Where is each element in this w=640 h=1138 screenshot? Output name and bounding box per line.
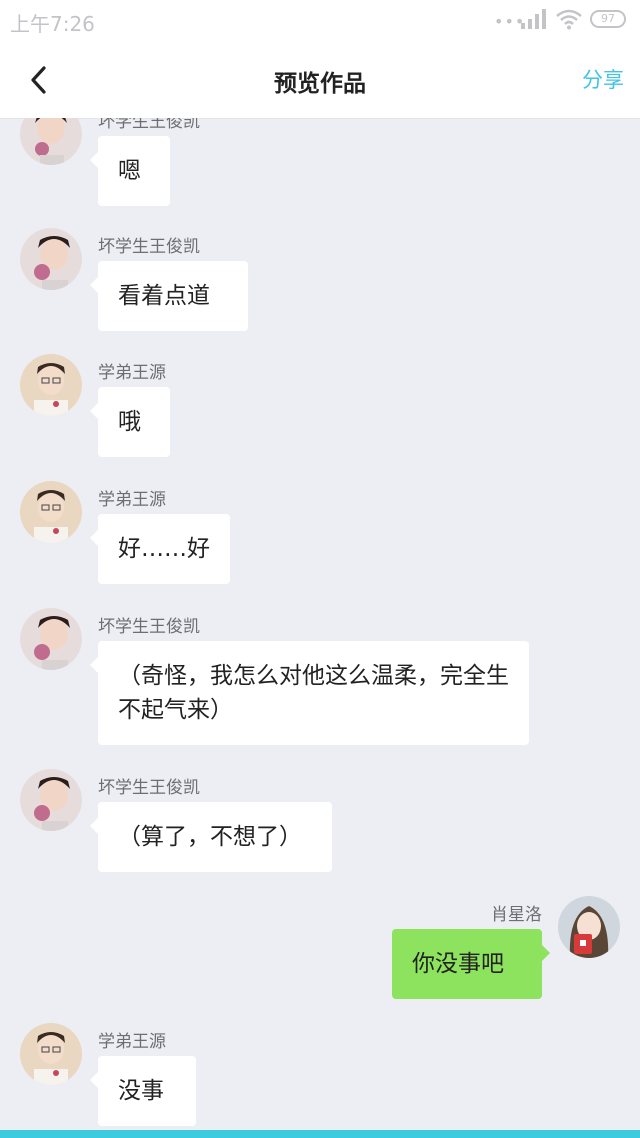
sender-name: 肖星洛 (491, 905, 542, 925)
message-bubble[interactable]: 没事 (90, 1056, 196, 1126)
share-button[interactable]: 分享 (582, 64, 624, 94)
sender-name: 坏学生王俊凯 (98, 237, 200, 257)
status-bar: 上午7:26 ••• 97 (0, 0, 640, 42)
sender-name: 学弟王源 (98, 1032, 166, 1052)
sender-name: 学弟王源 (98, 363, 166, 383)
sender-name: 坏学生王俊凯 (98, 617, 200, 637)
avatar[interactable] (20, 769, 82, 831)
avatar[interactable] (20, 228, 82, 290)
signal-icon (521, 9, 546, 29)
message-bubble[interactable]: （奇怪，我怎么对他这么温柔，完全生不起气来） (90, 641, 529, 745)
battery-level: 97 (601, 12, 615, 25)
message-bubble[interactable]: 哦 (90, 387, 170, 457)
wifi-icon (556, 9, 582, 30)
avatar[interactable] (20, 354, 82, 416)
sender-name: 坏学生王俊凯 (98, 778, 200, 798)
battery-icon: 97 (590, 10, 626, 28)
avatar[interactable] (20, 1023, 82, 1085)
message-bubble[interactable]: （算了，不想了） (90, 802, 332, 872)
message-bubble[interactable]: 看着点道 (90, 261, 248, 331)
sender-name: 学弟王源 (98, 490, 166, 510)
chat-list[interactable]: 坏学生王俊凯 嗯 坏学生王俊凯 看着点道 学弟王源 哦 学弟王源 好……好 坏学… (0, 118, 640, 1130)
page-title: 预览作品 (274, 71, 366, 97)
avatar[interactable] (558, 896, 620, 958)
bottom-accent-bar (0, 1130, 640, 1138)
message-bubble[interactable]: 嗯 (90, 136, 170, 206)
nav-bar: 预览作品 分享 (0, 42, 640, 118)
avatar[interactable] (20, 481, 82, 543)
status-time: 上午7:26 (10, 12, 95, 36)
avatar[interactable] (20, 118, 82, 165)
message-bubble[interactable]: 你没事吧 (392, 929, 550, 999)
message-bubble[interactable]: 好……好 (90, 514, 230, 584)
avatar[interactable] (20, 608, 82, 670)
sender-name: 坏学生王俊凯 (98, 118, 200, 132)
